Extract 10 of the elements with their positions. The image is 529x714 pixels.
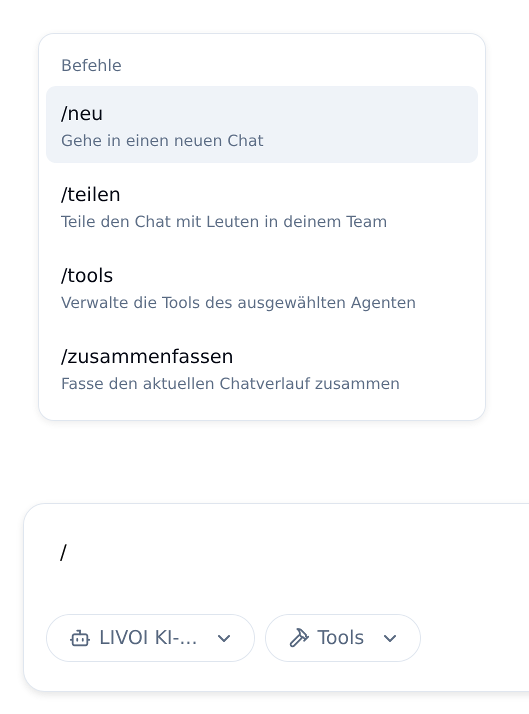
agent-selector[interactable]: LIVOI KI-... bbox=[46, 614, 254, 662]
command-item[interactable]: /tools Verwalte die Tools des ausgewählten Agenten bbox=[46, 248, 478, 325]
tools-button[interactable]: Tools bbox=[264, 614, 422, 662]
robot-icon bbox=[69, 627, 91, 649]
message-input[interactable]: / bbox=[46, 540, 494, 564]
hammer-icon bbox=[288, 627, 310, 649]
menu-title: Befehle bbox=[60, 55, 123, 77]
command-item[interactable]: /teilen Teile den Chat mit Leuten in deinem Team bbox=[46, 167, 478, 244]
command-item[interactable]: /neu Gehe in einen neuen Chat bbox=[46, 86, 478, 163]
command-item[interactable]: /zusammenfassen Fasse den aktuellen Chatverlauf zusammen bbox=[46, 329, 478, 406]
